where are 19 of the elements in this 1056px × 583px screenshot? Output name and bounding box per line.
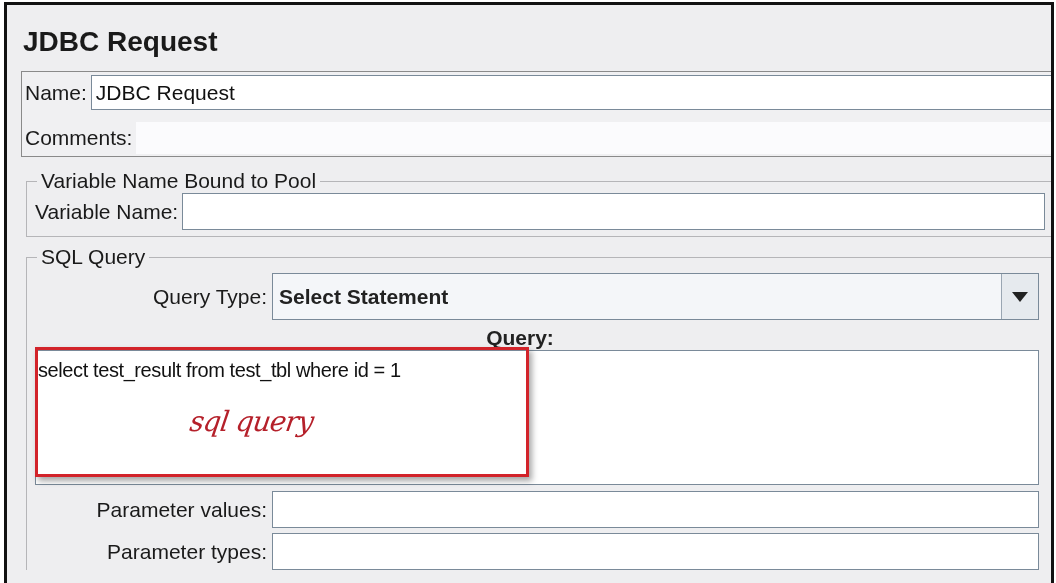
comments-field[interactable] [136,122,1051,154]
dropdown-button[interactable] [1001,274,1038,319]
parameter-field[interactable] [272,533,1039,570]
field-label: Name: [25,80,87,105]
query-label: Query: [485,326,555,350]
field-label: Comments: [25,126,133,150]
name-field[interactable]: JDBC Request [90,75,1051,110]
group-title: SQL Query [40,245,147,269]
variable-name-field[interactable] [182,193,1045,230]
field-label: Query Type: [152,284,267,309]
query-type-dropdown[interactable]: Select Statement [272,273,1039,320]
parameter-field[interactable] [272,491,1039,528]
field-label: Parameter values: [95,497,267,522]
field-label: Variable Name: [35,199,179,224]
window-title: JDBC Request [23,25,219,59]
group-title: Variable Name Bound to Pool [40,169,318,193]
field-label: Parameter types: [106,539,267,564]
caret-icon [1012,291,1028,302]
annotation-text: sql query [187,405,316,438]
